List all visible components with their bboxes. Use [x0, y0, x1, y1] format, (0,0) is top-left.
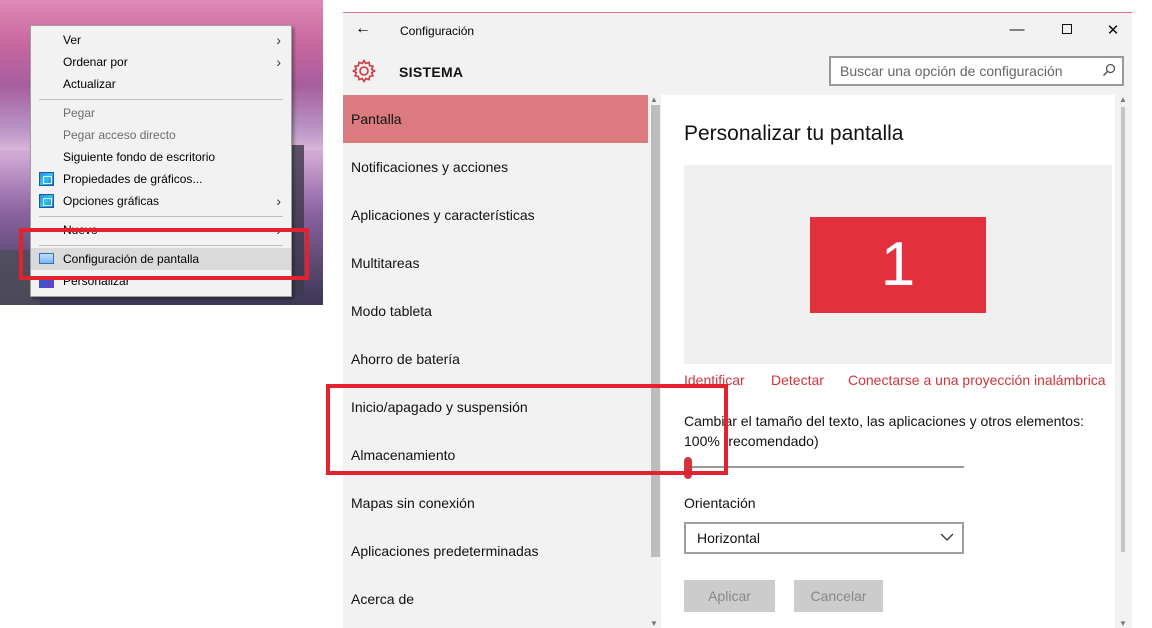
connect-wireless-link[interactable]: Conectarse a una proyección inalámbrica	[848, 372, 1115, 388]
ctx-item-opciones-graficas[interactable]: Opciones gráficas ›	[31, 190, 291, 212]
close-button[interactable]: ✕	[1103, 21, 1123, 39]
nav-item-acerca-de[interactable]: Acerca de	[343, 575, 648, 623]
nav-item-label: Mapas sin conexión	[351, 495, 475, 511]
back-arrow-icon[interactable]: ←	[355, 20, 371, 38]
chevron-right-icon: ›	[276, 32, 281, 48]
ctx-item-label: Ordenar por	[63, 55, 128, 69]
nav-item-label: Aplicaciones predeterminadas	[351, 543, 539, 559]
gear-icon	[351, 58, 377, 84]
ctx-item-propiedades-graficos[interactable]: Propiedades de gráficos...	[31, 168, 291, 190]
content-scrollbar[interactable]: ▲ ▼	[1119, 95, 1129, 628]
orientation-select[interactable]: Horizontal	[684, 522, 964, 554]
ctx-separator	[39, 99, 283, 100]
graphics-icon	[39, 194, 54, 208]
minimize-button[interactable]: —	[1007, 21, 1027, 38]
orientation-value: Horizontal	[697, 530, 761, 546]
ctx-item-label: Pegar acceso directo	[63, 128, 176, 142]
nav-item-notificaciones[interactable]: Notificaciones y acciones	[343, 143, 648, 191]
highlight-box-menu	[19, 228, 309, 280]
display-preview: 1	[684, 165, 1112, 364]
orientation-label: Orientación	[684, 495, 756, 511]
nav-item-label: Aplicaciones y características	[351, 207, 535, 223]
nav-item-label: Acerca de	[351, 591, 415, 607]
nav-item-modo-tableta[interactable]: Modo tableta	[343, 287, 648, 335]
display-settings-panel: Personalizar tu pantalla 1 Identificar D…	[661, 95, 1115, 628]
page-title: Personalizar tu pantalla	[684, 122, 904, 145]
search-input[interactable]	[831, 58, 1081, 84]
nav-item-label: Ahorro de batería	[351, 351, 460, 367]
ctx-item-label: Actualizar	[63, 77, 116, 91]
ctx-item-siguiente-fondo[interactable]: Siguiente fondo de escritorio	[31, 146, 291, 168]
graphics-icon	[39, 172, 54, 186]
nav-item-aplicaciones[interactable]: Aplicaciones y características	[343, 191, 648, 239]
ctx-item-ordenar[interactable]: Ordenar por ›	[31, 51, 291, 73]
maximize-icon	[1062, 24, 1072, 34]
nav-item-pantalla[interactable]: Pantalla	[343, 95, 648, 143]
nav-item-label: Modo tableta	[351, 303, 432, 319]
nav-item-mapas[interactable]: Mapas sin conexión	[343, 479, 648, 527]
nav-scrollbar-thumb[interactable]	[651, 105, 660, 557]
nav-item-label: Notificaciones y acciones	[351, 159, 509, 175]
apply-button[interactable]: Aplicar	[684, 580, 775, 612]
ctx-separator	[39, 216, 283, 217]
chevron-down-icon	[940, 533, 954, 541]
ctx-item-pegar-acceso[interactable]: Pegar acceso directo	[31, 124, 291, 146]
settings-header: SISTEMA	[343, 49, 1132, 95]
nav-item-label: Multitareas	[351, 255, 420, 271]
detect-link[interactable]: Detectar	[771, 372, 824, 388]
scroll-up-icon[interactable]: ▲	[650, 95, 658, 104]
scroll-down-icon[interactable]: ▼	[650, 619, 658, 628]
search-box[interactable]	[829, 56, 1124, 86]
monitor-tile[interactable]: 1	[810, 217, 986, 313]
maximize-button[interactable]	[1057, 21, 1077, 38]
ctx-item-label: Ver	[63, 33, 82, 47]
ctx-item-actualizar[interactable]: Actualizar	[31, 73, 291, 95]
section-title: SISTEMA	[399, 64, 464, 80]
scale-label: Cambiar el tamaño del texto, las aplicac…	[684, 413, 1084, 449]
nav-item-multitareas[interactable]: Multitareas	[343, 239, 648, 287]
ctx-item-ver[interactable]: Ver ›	[31, 29, 291, 51]
nav-scrollbar[interactable]: ▲ ▼	[649, 95, 661, 628]
nav-item-aplicaciones-predeterminadas[interactable]: Aplicaciones predeterminadas	[343, 527, 648, 575]
ctx-item-label: Opciones gráficas	[63, 194, 160, 208]
content-scrollbar-thumb[interactable]	[1121, 107, 1125, 552]
cancel-button[interactable]: Cancelar	[794, 580, 883, 612]
ctx-item-label: Siguiente fondo de escritorio	[63, 150, 216, 164]
title-bar: ← Configuración — ✕	[343, 13, 1132, 49]
nav-item-ahorro-bateria[interactable]: Ahorro de batería	[343, 335, 648, 383]
chevron-right-icon: ›	[276, 193, 281, 209]
search-icon[interactable]	[1102, 63, 1116, 77]
nav-item-label: Pantalla	[351, 111, 402, 127]
scroll-down-icon[interactable]: ▼	[1119, 619, 1127, 628]
window-title: Configuración	[400, 24, 475, 38]
settings-nav: Pantalla Notificaciones y acciones Aplic…	[343, 95, 648, 628]
highlight-box-scale	[326, 384, 728, 475]
settings-window: ← Configuración — ✕ SISTEMA Pantalla Not…	[343, 12, 1132, 628]
scroll-up-icon[interactable]: ▲	[1119, 95, 1127, 104]
chevron-right-icon: ›	[276, 54, 281, 70]
ctx-item-label: Pegar	[63, 106, 96, 120]
ctx-item-label: Propiedades de gráficos...	[63, 172, 203, 186]
ctx-item-pegar[interactable]: Pegar	[31, 102, 291, 124]
